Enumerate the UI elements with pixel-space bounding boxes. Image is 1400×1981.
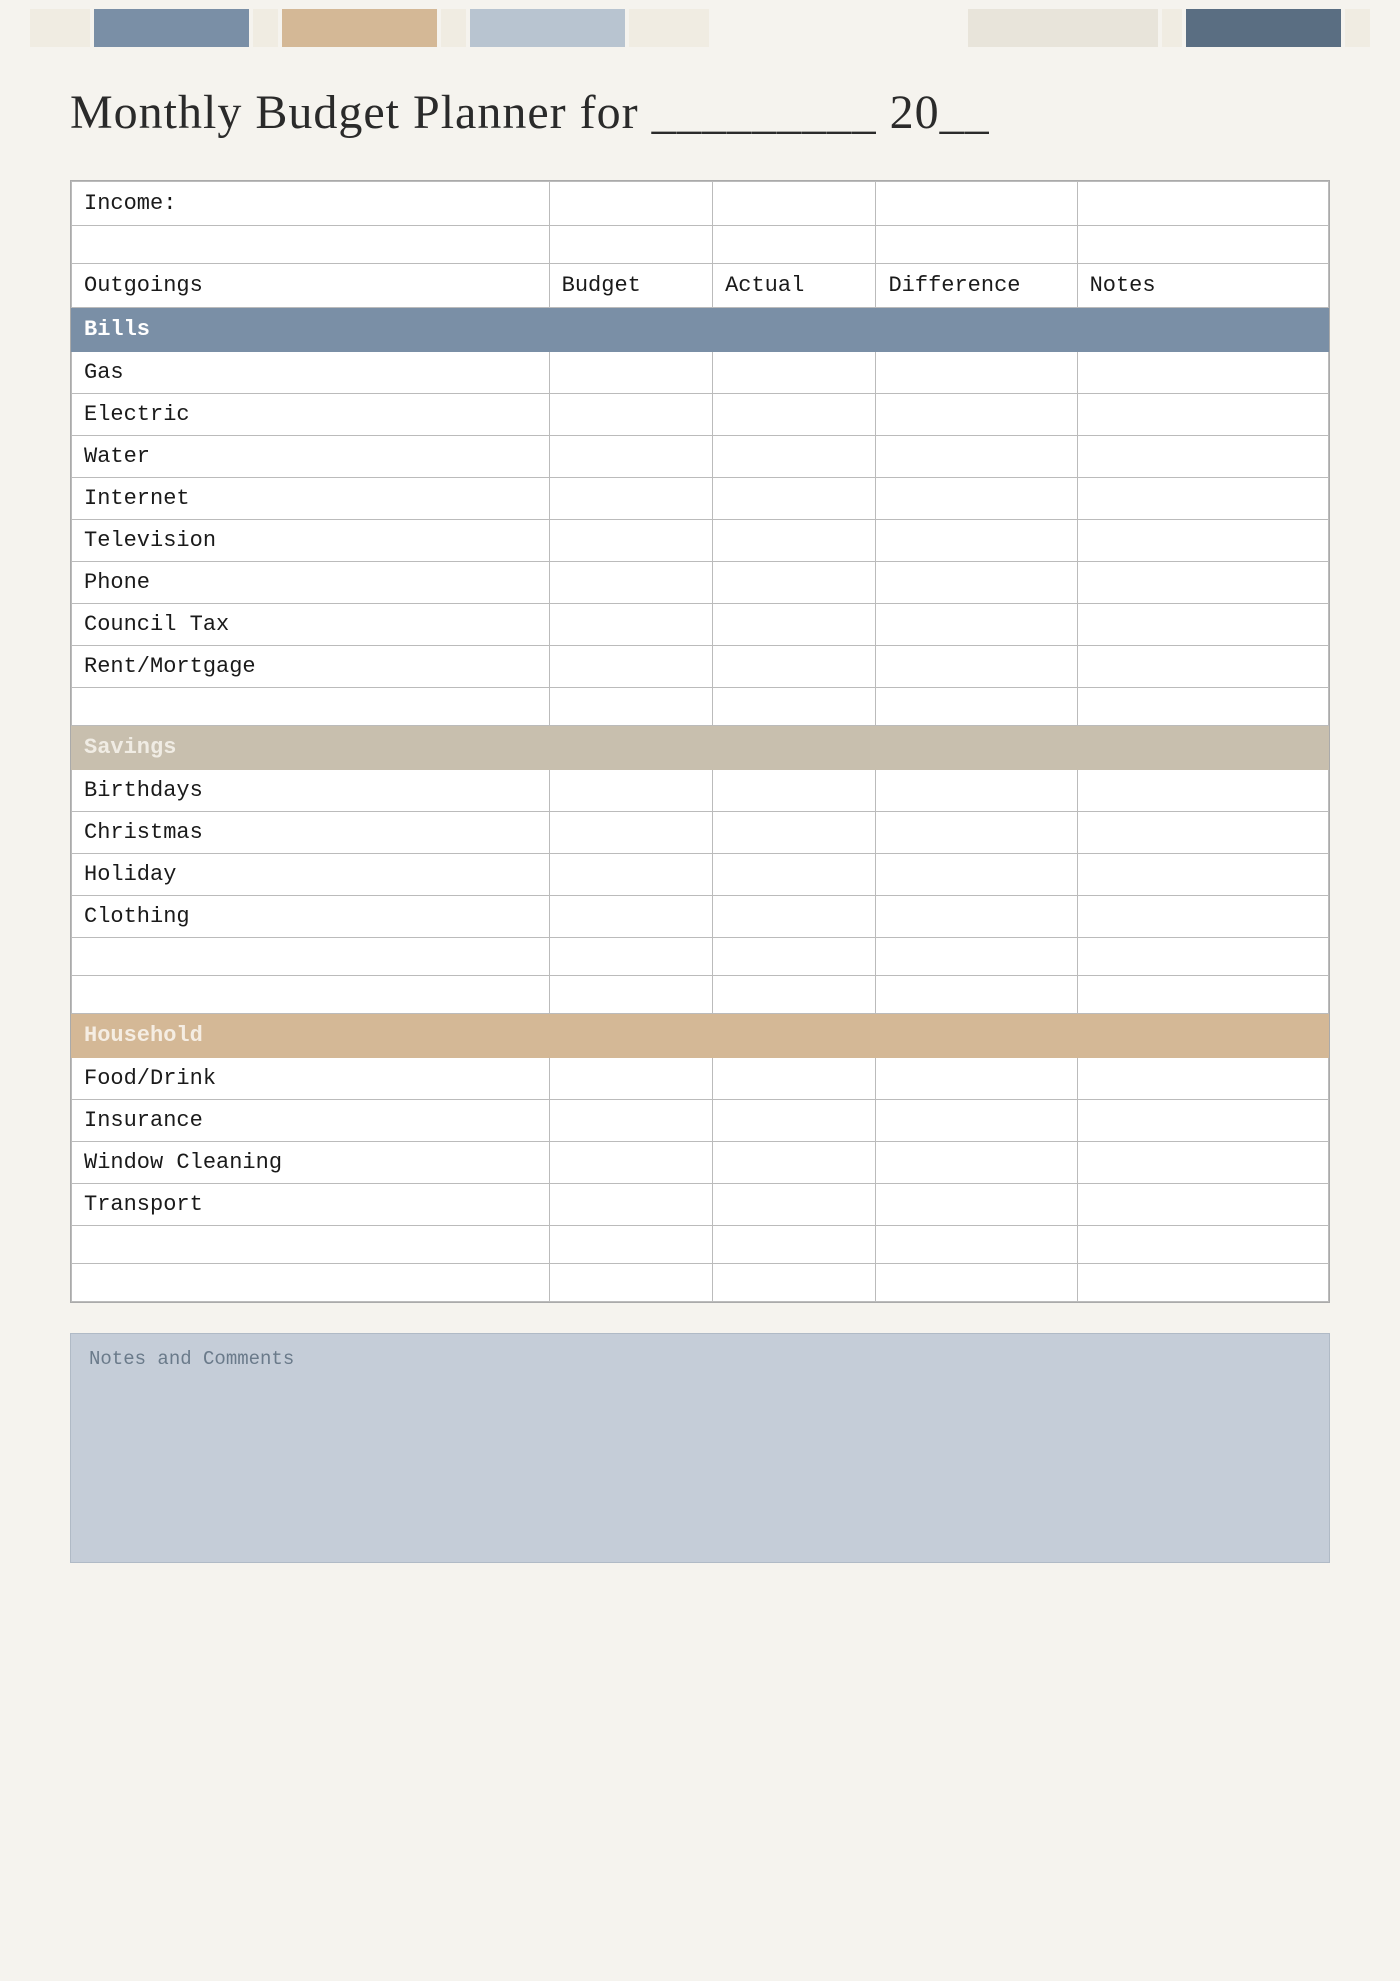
category-household-label: Household <box>72 1014 1329 1058</box>
empty-row-savings-2 <box>72 976 1329 1014</box>
item-transport: Transport <box>72 1184 550 1226</box>
row-transport: Transport <box>72 1184 1329 1226</box>
col-outgoings: Outgoings <box>72 264 550 308</box>
row-insurance: Insurance <box>72 1100 1329 1142</box>
row-birthdays: Birthdays <box>72 770 1329 812</box>
item-council-tax: Council Tax <box>72 604 550 646</box>
col-notes: Notes <box>1077 264 1328 308</box>
empty-row-bills <box>72 688 1329 726</box>
category-savings-label: Savings <box>72 726 1329 770</box>
notes-label: Notes and Comments <box>89 1348 1311 1370</box>
item-water: Water <box>72 436 550 478</box>
deco-seg-10 <box>1186 9 1341 47</box>
deco-seg-8 <box>968 9 1158 47</box>
row-christmas: Christmas <box>72 812 1329 854</box>
empty-row-savings-1 <box>72 938 1329 976</box>
column-header-row: Outgoings Budget Actual Difference Notes <box>72 264 1329 308</box>
row-council-tax: Council Tax <box>72 604 1329 646</box>
item-internet: Internet <box>72 478 550 520</box>
income-actual <box>713 182 876 226</box>
notes-section: Notes and Comments <box>70 1333 1330 1563</box>
empty-row-household-2 <box>72 1264 1329 1302</box>
item-television: Television <box>72 520 550 562</box>
deco-seg-3 <box>253 9 278 47</box>
row-rent-mortgage: Rent/Mortgage <box>72 646 1329 688</box>
item-window-cleaning: Window Cleaning <box>72 1142 550 1184</box>
income-notes <box>1077 182 1328 226</box>
col-actual: Actual <box>713 264 876 308</box>
deco-seg-2 <box>94 9 249 47</box>
category-savings-row: Savings <box>72 726 1329 770</box>
row-television: Television <box>72 520 1329 562</box>
row-window-cleaning: Window Cleaning <box>72 1142 1329 1184</box>
row-food-drink: Food/Drink <box>72 1058 1329 1100</box>
page-title: Monthly Budget Planner for _________ 20_… <box>70 85 1330 140</box>
col-budget: Budget <box>549 264 712 308</box>
item-christmas: Christmas <box>72 812 550 854</box>
income-label: Income: <box>72 182 550 226</box>
deco-seg-4 <box>282 9 437 47</box>
row-gas: Gas <box>72 352 1329 394</box>
item-food-drink: Food/Drink <box>72 1058 550 1100</box>
item-holiday: Holiday <box>72 854 550 896</box>
deco-seg-5 <box>441 9 466 47</box>
bottom-deco-bar <box>0 1926 1400 1981</box>
deco-seg-9 <box>1162 9 1182 47</box>
deco-seg-1 <box>30 9 90 47</box>
category-household-row: Household <box>72 1014 1329 1058</box>
row-electric: Electric <box>72 394 1329 436</box>
item-rent-mortgage: Rent/Mortgage <box>72 646 550 688</box>
row-clothing: Clothing <box>72 896 1329 938</box>
budget-table-container: Income: Outgoings Budget Actual Differen… <box>70 180 1330 1303</box>
empty-row-household-1 <box>72 1226 1329 1264</box>
item-insurance: Insurance <box>72 1100 550 1142</box>
col-difference: Difference <box>876 264 1077 308</box>
row-holiday: Holiday <box>72 854 1329 896</box>
top-deco-bar <box>0 0 1400 55</box>
deco-seg-6 <box>470 9 625 47</box>
income-row: Income: <box>72 182 1329 226</box>
income-budget <box>549 182 712 226</box>
empty-row-1 <box>72 226 1329 264</box>
row-phone: Phone <box>72 562 1329 604</box>
item-gas: Gas <box>72 352 550 394</box>
item-electric: Electric <box>72 394 550 436</box>
title-area: Monthly Budget Planner for _________ 20_… <box>0 55 1400 160</box>
deco-seg-11 <box>1345 9 1370 47</box>
item-phone: Phone <box>72 562 550 604</box>
item-birthdays: Birthdays <box>72 770 550 812</box>
category-bills-label: Bills <box>72 308 1329 352</box>
income-difference <box>876 182 1077 226</box>
row-internet: Internet <box>72 478 1329 520</box>
row-water: Water <box>72 436 1329 478</box>
item-clothing: Clothing <box>72 896 550 938</box>
deco-seg-7 <box>629 9 709 47</box>
category-bills-row: Bills <box>72 308 1329 352</box>
budget-table: Income: Outgoings Budget Actual Differen… <box>71 181 1329 1302</box>
